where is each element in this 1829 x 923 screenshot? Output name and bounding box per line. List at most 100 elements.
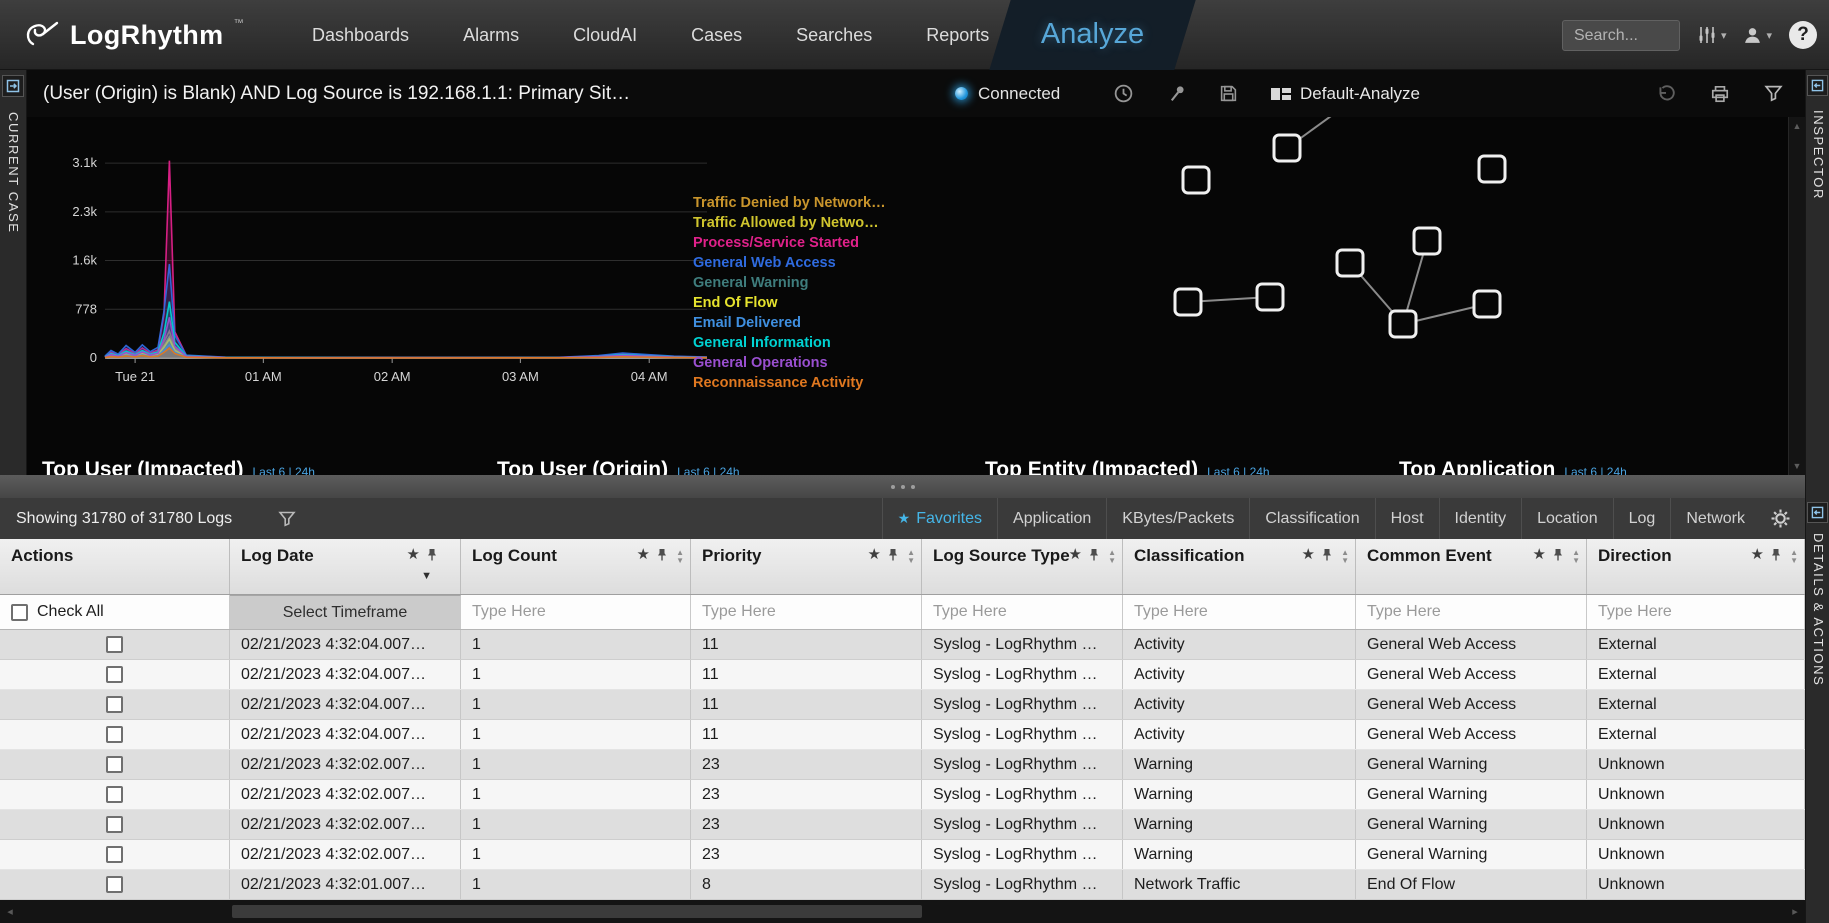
grid-tab-classification[interactable]: Classification (1249, 498, 1374, 539)
column-star-icon[interactable]: ★ (1069, 547, 1082, 562)
widget-range-link[interactable]: Last 6 | 24h (1207, 465, 1270, 475)
widget-range-link[interactable]: Last 6 | 24h (677, 465, 740, 475)
undo-button[interactable] (1656, 84, 1676, 104)
grid-tab-host[interactable]: Host (1375, 498, 1439, 539)
graph-node[interactable] (1390, 311, 1416, 337)
events-over-time-chart[interactable]: 3.1k2.3k1.6k7780Tue 2101 AM02 AM03 AM04 … (55, 133, 715, 405)
time-range-button[interactable] (1113, 83, 1134, 104)
column-header-log-count[interactable]: Log Count★▲▼ (461, 539, 691, 594)
global-search-input[interactable]: Search... (1562, 20, 1680, 51)
help-icon[interactable]: ? (1789, 21, 1817, 49)
legend-item-end-of-flow[interactable]: End Of Flow (693, 293, 886, 313)
user-menu[interactable]: ▾ (1743, 26, 1772, 44)
scroll-right-icon[interactable]: ▸ (1785, 905, 1805, 918)
legend-item-traffic-denied-by-network[interactable]: Traffic Denied by Network… (693, 193, 886, 213)
column-header-log-date[interactable]: Log Date★▼ (230, 539, 461, 594)
column-header-common-event[interactable]: Common Event★▲▼ (1356, 539, 1587, 594)
legend-item-general-web-access[interactable]: General Web Access (693, 253, 886, 273)
column-header-log-source-type[interactable]: Log Source Type★▲▼ (922, 539, 1123, 594)
log-row[interactable]: 02/21/2023 4:32:04.007…111Syslog - LogRh… (0, 660, 1805, 690)
grid-tab-favorites[interactable]: ★Favorites (882, 498, 997, 539)
column-header-classification[interactable]: Classification★▲▼ (1123, 539, 1356, 594)
column-pin-icon[interactable] (427, 548, 437, 562)
column-star-icon[interactable]: ★ (1302, 547, 1315, 562)
check-all-checkbox[interactable] (11, 604, 28, 621)
scroll-down-icon[interactable]: ▼ (1793, 461, 1802, 471)
column-header-direction[interactable]: Direction★▲▼ (1587, 539, 1805, 594)
inspector-tab[interactable]: INSPECTOR (1811, 110, 1826, 200)
column-star-icon[interactable]: ★ (1751, 547, 1764, 562)
pin-search-button[interactable] (1167, 84, 1186, 103)
sort-arrows-icon[interactable]: ▲▼ (1572, 549, 1580, 565)
sort-arrows-icon[interactable]: ▲▼ (1108, 549, 1116, 565)
graph-node[interactable] (1274, 135, 1300, 161)
menu-item-cases[interactable]: Cases (664, 0, 769, 70)
current-case-tab[interactable]: CURRENT CASE (6, 112, 21, 234)
legend-item-process-service-started[interactable]: Process/Service Started (693, 233, 886, 253)
grid-tab-identity[interactable]: Identity (1439, 498, 1522, 539)
row-checkbox[interactable] (106, 726, 123, 743)
widget-range-link[interactable]: Last 6 | 24h (252, 465, 315, 475)
column-pin-icon[interactable] (1322, 548, 1332, 562)
row-checkbox[interactable] (106, 786, 123, 803)
graph-node[interactable] (1414, 228, 1440, 254)
grid-filter-button[interactable] (278, 510, 296, 528)
column-star-icon[interactable]: ★ (407, 547, 420, 562)
menu-item-alarms[interactable]: Alarms (436, 0, 546, 70)
filter-input-log-source-type[interactable]: Type Here (922, 595, 1123, 629)
log-row[interactable]: 02/21/2023 4:32:02.007…123Syslog - LogRh… (0, 750, 1805, 780)
column-pin-icon[interactable] (657, 548, 667, 562)
preferences-menu[interactable]: ▾ (1697, 25, 1727, 45)
panel-vertical-scrollbar[interactable]: ▲ ▼ (1788, 117, 1805, 475)
widget-range-link[interactable]: Last 6 | 24h (1564, 465, 1627, 475)
graph-node[interactable] (1183, 167, 1209, 193)
row-checkbox[interactable] (106, 816, 123, 833)
sort-arrows-icon[interactable]: ▲▼ (907, 549, 915, 565)
print-button[interactable] (1710, 84, 1730, 104)
column-star-icon[interactable]: ★ (1533, 547, 1546, 562)
log-row[interactable]: 02/21/2023 4:32:02.007…123Syslog - LogRh… (0, 840, 1805, 870)
filter-button[interactable] (1764, 84, 1783, 103)
expand-current-case-button[interactable] (2, 75, 24, 97)
scroll-left-icon[interactable]: ◂ (0, 905, 20, 918)
log-row[interactable]: 02/21/2023 4:32:02.007…123Syslog - LogRh… (0, 810, 1805, 840)
filter-input-direction[interactable]: Type Here (1587, 595, 1805, 629)
row-checkbox[interactable] (106, 846, 123, 863)
grid-tab-network[interactable]: Network (1670, 498, 1760, 539)
column-pin-icon[interactable] (888, 548, 898, 562)
graph-node[interactable] (1479, 156, 1505, 182)
network-node-graph[interactable] (1157, 121, 1519, 355)
legend-item-general-operations[interactable]: General Operations (693, 353, 886, 373)
log-row[interactable]: 02/21/2023 4:32:01.007…18Syslog - LogRhy… (0, 870, 1805, 900)
layout-selector[interactable]: Default-Analyze (1271, 84, 1420, 104)
details-actions-tab[interactable]: DETAILS & ACTIONS (1811, 533, 1826, 686)
expand-inspector-button[interactable] (1807, 75, 1828, 96)
legend-item-traffic-allowed-by-netwo[interactable]: Traffic Allowed by Netwo… (693, 213, 886, 233)
select-timeframe-button[interactable]: Select Timeframe (230, 595, 461, 629)
panel-splitter[interactable] (0, 475, 1805, 498)
column-header-actions[interactable]: Actions (0, 539, 230, 594)
row-checkbox[interactable] (106, 636, 123, 653)
menu-item-cloudai[interactable]: CloudAI (546, 0, 664, 70)
horizontal-scrollbar[interactable]: ◂ ▸ (0, 900, 1805, 923)
filter-input-classification[interactable]: Type Here (1123, 595, 1356, 629)
row-checkbox[interactable] (106, 696, 123, 713)
graph-node[interactable] (1474, 291, 1500, 317)
legend-item-general-warning[interactable]: General Warning (693, 273, 886, 293)
grid-tab-location[interactable]: Location (1521, 498, 1613, 539)
log-row[interactable]: 02/21/2023 4:32:04.007…111Syslog - LogRh… (0, 720, 1805, 750)
expand-details-actions-button[interactable] (1807, 502, 1828, 523)
grid-tab-application[interactable]: Application (997, 498, 1106, 539)
scroll-up-icon[interactable]: ▲ (1793, 121, 1802, 131)
graph-node[interactable] (1175, 289, 1201, 315)
tab-analyze[interactable]: Analyze (1000, 0, 1185, 70)
column-pin-icon[interactable] (1771, 548, 1781, 562)
column-star-icon[interactable]: ★ (868, 547, 881, 562)
column-header-priority[interactable]: Priority★▲▼ (691, 539, 922, 594)
sort-desc-icon[interactable]: ▼ (421, 570, 432, 583)
filter-input-common-event[interactable]: Type Here (1356, 595, 1587, 629)
menu-item-dashboards[interactable]: Dashboards (285, 0, 436, 70)
grid-tab-kbytes-packets[interactable]: KBytes/Packets (1106, 498, 1249, 539)
save-search-button[interactable] (1219, 84, 1238, 103)
grid-settings-button[interactable] (1771, 509, 1790, 528)
